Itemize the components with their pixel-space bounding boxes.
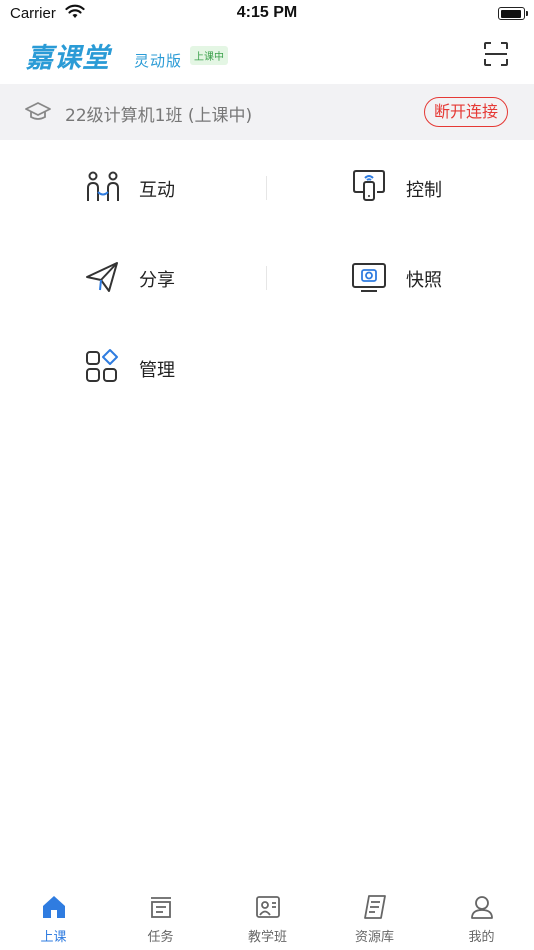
- column-divider: [266, 266, 267, 290]
- current-class-bar: 22级计算机1班 (上课中) 断开连接: [0, 84, 534, 140]
- manage-grid-icon: [85, 348, 121, 384]
- battery-icon: [498, 7, 528, 20]
- tab-label: 我的: [468, 930, 495, 945]
- scan-button[interactable]: [484, 42, 508, 66]
- profile-icon: [471, 896, 493, 919]
- graduation-cap-icon: [25, 100, 51, 126]
- tab-resource[interactable]: 资源库: [321, 890, 428, 950]
- feature-label: 快照: [406, 270, 442, 291]
- tab-class[interactable]: 上课: [0, 890, 107, 950]
- home-icon: [43, 896, 65, 918]
- feature-label: 互动: [139, 180, 175, 201]
- tab-label: 任务: [147, 930, 174, 945]
- status-badge: 上课中: [190, 46, 228, 65]
- interaction-icon: [85, 168, 121, 204]
- feature-label: 分享: [139, 270, 175, 291]
- resource-icon: [364, 895, 386, 919]
- app-edition: 灵动版: [134, 52, 183, 70]
- tab-label: 教学班: [247, 930, 287, 945]
- task-icon: [151, 897, 171, 918]
- tab-profile[interactable]: 我的: [428, 890, 534, 950]
- disconnect-button[interactable]: 断开连接: [424, 97, 508, 127]
- status-bar: Carrier 4:15 PM: [0, 0, 534, 28]
- column-divider: [266, 176, 267, 200]
- feature-label: 控制: [406, 180, 442, 201]
- feature-label: 管理: [139, 360, 175, 381]
- scan-icon: [484, 42, 508, 66]
- tab-teaching-class[interactable]: 教学班: [214, 890, 321, 950]
- share-plane-icon: [85, 258, 121, 294]
- tab-task[interactable]: 任务: [107, 890, 214, 950]
- battery-fill: [500, 9, 521, 18]
- app-logo: 嘉课堂: [26, 43, 110, 74]
- class-name: 22级计算机1班 (上课中): [65, 106, 253, 126]
- tab-bar: 上课 任务 教学班 资源库 我的: [0, 890, 534, 950]
- tab-label: 资源库: [354, 930, 394, 945]
- class-icon: [256, 896, 280, 918]
- tab-label: 上课: [40, 930, 67, 945]
- status-time: 4:15 PM: [236, 4, 298, 21]
- snapshot-icon: [352, 258, 388, 294]
- remote-control-icon: [352, 168, 388, 204]
- app-header: 嘉课堂 灵动版 上课中: [0, 28, 534, 84]
